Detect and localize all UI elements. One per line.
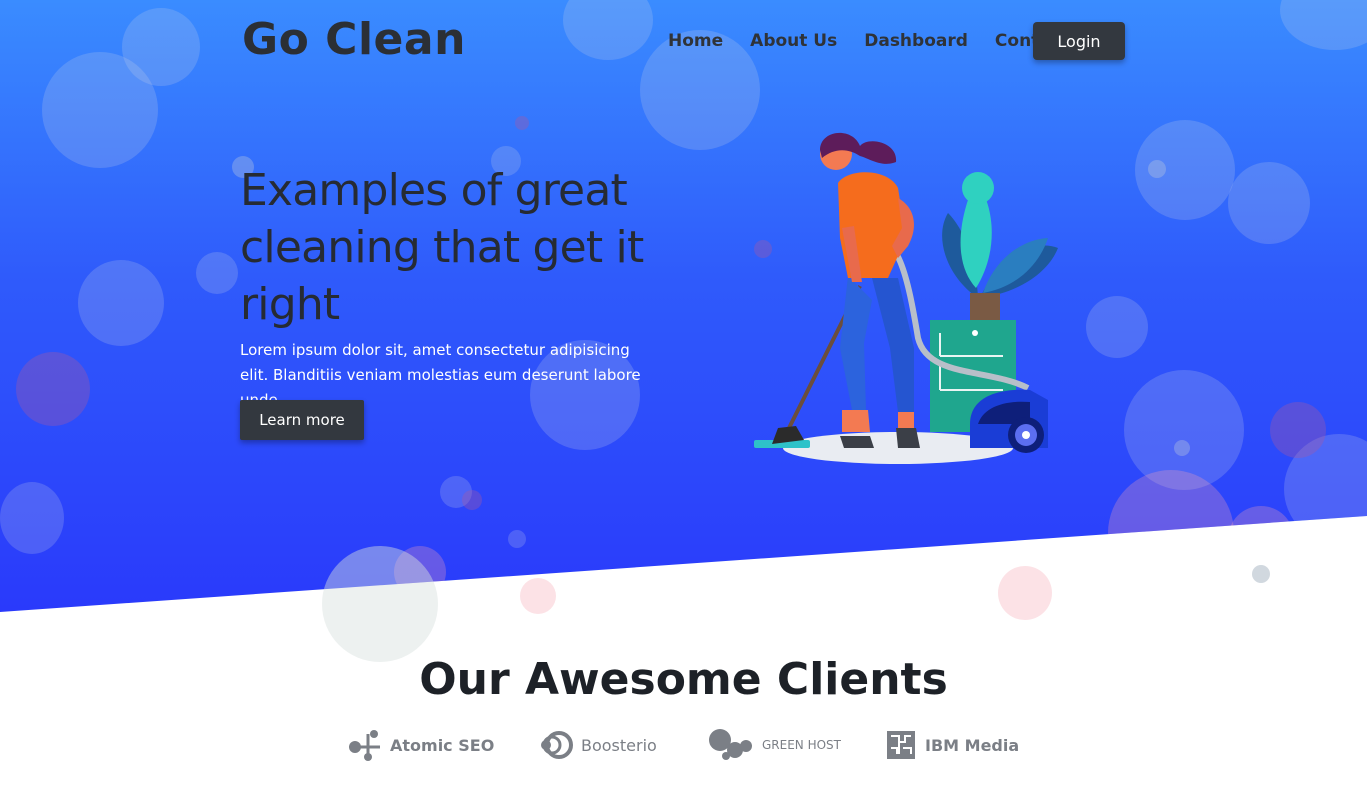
nav-home[interactable]: Home: [668, 30, 723, 52]
nav-dashboard[interactable]: Dashboard: [864, 30, 968, 52]
client-logo-boosterio: Boosterio: [539, 728, 657, 762]
bokeh-bubble: [1252, 565, 1270, 583]
nav-about-us[interactable]: About Us: [750, 30, 837, 52]
brand-logo[interactable]: Go Clean: [242, 14, 466, 65]
client-logo-green-host: GREEN HOST: [708, 728, 841, 762]
bokeh-bubble: [122, 8, 200, 86]
hero-headline: Examples of great cleaning that get it r…: [240, 165, 644, 330]
bokeh-bubble: [462, 490, 482, 510]
boosterio-logo-icon: [541, 731, 573, 759]
bokeh-bubble: [16, 352, 90, 426]
bokeh-bubble: [0, 482, 64, 554]
bokeh-bubble: [515, 116, 529, 130]
hero-section: Go Clean Home About Us Dashboard Contact…: [0, 0, 1367, 612]
client-logo-label: GREEN HOST: [762, 738, 842, 752]
ibm-media-logo-icon: [887, 731, 915, 759]
bokeh-bubble: [1174, 440, 1190, 456]
bokeh-bubble: [78, 260, 164, 346]
login-button[interactable]: Login: [1033, 22, 1125, 60]
bokeh-bubble: [563, 0, 653, 60]
main-nav: Home About Us Dashboard Contact: [668, 30, 1096, 52]
client-logo-label: Atomic SEO: [390, 735, 495, 755]
bokeh-bubble: [998, 566, 1052, 620]
clients-section-title: Our Awesome Clients: [419, 654, 948, 705]
client-logo-atomic-seo: Atomic SEO: [348, 728, 494, 762]
bokeh-bubble: [1148, 160, 1166, 178]
client-logo-ibm-media: IBM Media: [885, 728, 1019, 762]
woman-vacuuming-illustration: [754, 132, 1058, 464]
bokeh-bubble: [1108, 470, 1234, 596]
bokeh-bubble: [520, 578, 556, 614]
plant-icon: [942, 172, 1058, 298]
bokeh-bubble: [196, 252, 238, 294]
client-logo-label: IBM Media: [925, 735, 1020, 755]
bokeh-bubble: [1228, 506, 1294, 572]
bokeh-bubble: [1280, 0, 1367, 50]
bokeh-bubble: [1228, 162, 1310, 244]
client-logo-label: Boosterio: [581, 735, 657, 755]
learn-more-button[interactable]: Learn more: [240, 400, 364, 440]
green-host-logo-icon: [709, 729, 752, 760]
bokeh-bubble: [322, 546, 438, 662]
atomic-seo-logo-icon: [349, 730, 380, 761]
bokeh-bubble: [1270, 402, 1326, 458]
bokeh-bubble: [1086, 296, 1148, 358]
bokeh-bubble: [508, 530, 526, 548]
client-logos-row: Atomic SEO Boosterio GREEN HOST IBM Medi…: [345, 728, 1025, 764]
